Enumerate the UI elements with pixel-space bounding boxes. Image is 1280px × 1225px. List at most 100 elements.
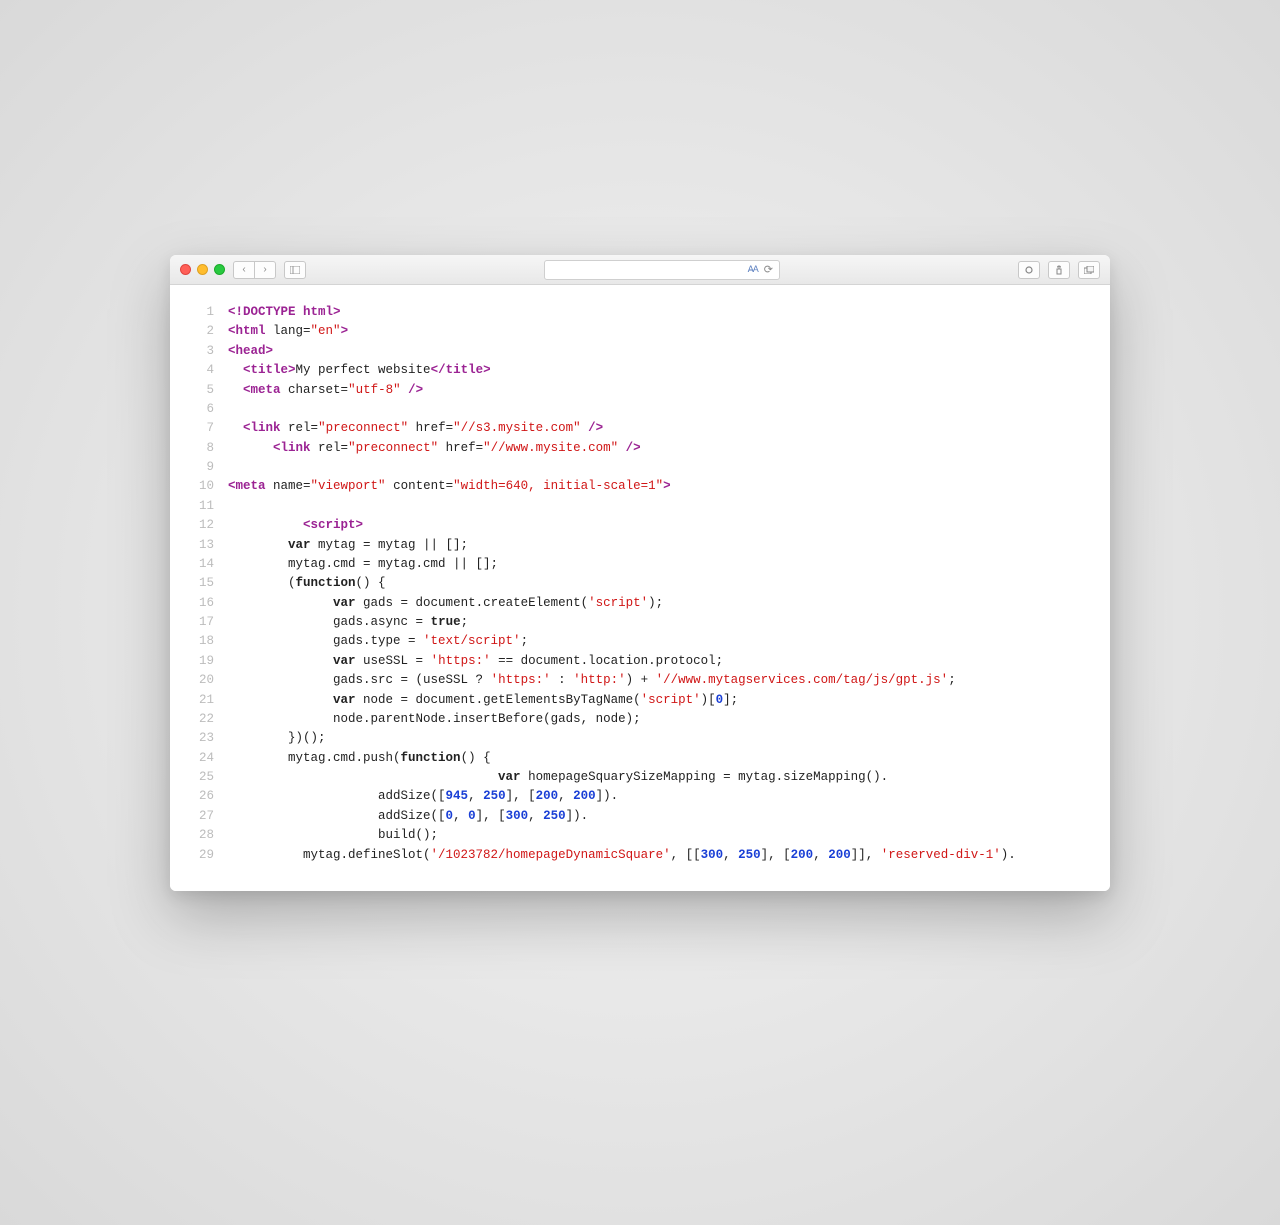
code-editor: 1<!DOCTYPE html>2<html lang="en">3<head>… [170,285,1110,891]
traffic-lights [180,264,225,275]
line-number: 17 [194,613,228,632]
code-line: 29 mytag.defineSlot('/1023782/homepageDy… [194,846,1086,865]
code-text: <!DOCTYPE html> [228,303,1086,322]
code-line: 24 mytag.cmd.push(function() { [194,749,1086,768]
code-text: <script> [228,516,1086,535]
code-text [228,458,1086,477]
line-number: 8 [194,439,228,458]
code-line: 14 mytag.cmd = mytag.cmd || []; [194,555,1086,574]
code-line: 12 <script> [194,516,1086,535]
line-number: 7 [194,419,228,438]
code-line: 27 addSize([0, 0], [300, 250]). [194,807,1086,826]
reader-icon: 𝖠A [748,264,758,275]
code-line: 28 build(); [194,826,1086,845]
code-text: addSize([945, 250], [200, 200]). [228,787,1086,806]
minimize-icon[interactable] [197,264,208,275]
code-text: var homepageSquarySizeMapping = mytag.si… [228,768,1086,787]
code-text [228,497,1086,516]
code-text: var gads = document.createElement('scrip… [228,594,1086,613]
code-line: 13 var mytag = mytag || []; [194,536,1086,555]
code-line: 23 })(); [194,729,1086,748]
code-text: <link rel="preconnect" href="//www.mysit… [228,439,1086,458]
line-number: 22 [194,710,228,729]
line-number: 20 [194,671,228,690]
code-line: 18 gads.type = 'text/script'; [194,632,1086,651]
line-number: 1 [194,303,228,322]
reload-icon[interactable]: ⟳ [764,263,773,276]
code-text: gads.src = (useSSL ? 'https:' : 'http:')… [228,671,1086,690]
zoom-icon[interactable] [214,264,225,275]
code-line: 11 [194,497,1086,516]
code-text: mytag.cmd.push(function() { [228,749,1086,768]
line-number: 2 [194,322,228,341]
code-text: <html lang="en"> [228,322,1086,341]
code-line: 5 <meta charset="utf-8" /> [194,381,1086,400]
sidebar-button[interactable] [284,261,306,279]
code-line: 19 var useSSL = 'https:' == document.loc… [194,652,1086,671]
code-line: 4 <title>My perfect website</title> [194,361,1086,380]
code-line: 1<!DOCTYPE html> [194,303,1086,322]
code-line: 3<head> [194,342,1086,361]
line-number: 4 [194,361,228,380]
code-line: 10<meta name="viewport" content="width=6… [194,477,1086,496]
line-number: 3 [194,342,228,361]
title-bar: ‹ › 𝖠A ⟳ [170,255,1110,285]
code-line: 15 (function() { [194,574,1086,593]
downloads-button[interactable] [1048,261,1070,279]
code-text: <link rel="preconnect" href="//s3.mysite… [228,419,1086,438]
code-line: 7 <link rel="preconnect" href="//s3.mysi… [194,419,1086,438]
code-text: mytag.cmd = mytag.cmd || []; [228,555,1086,574]
code-text: var mytag = mytag || []; [228,536,1086,555]
code-text: <meta name="viewport" content="width=640… [228,477,1086,496]
code-text: gads.type = 'text/script'; [228,632,1086,651]
code-text: build(); [228,826,1086,845]
code-line: 25 var homepageSquarySizeMapping = mytag… [194,768,1086,787]
line-number: 10 [194,477,228,496]
code-line: 6 [194,400,1086,419]
line-number: 16 [194,594,228,613]
code-text: <head> [228,342,1086,361]
code-line: 26 addSize([945, 250], [200, 200]). [194,787,1086,806]
line-number: 9 [194,458,228,477]
address-bar[interactable]: 𝖠A ⟳ [544,260,780,280]
line-number: 18 [194,632,228,651]
code-text: <title>My perfect website</title> [228,361,1086,380]
share-button[interactable] [1018,261,1040,279]
code-line: 2<html lang="en"> [194,322,1086,341]
code-text: addSize([0, 0], [300, 250]). [228,807,1086,826]
back-button[interactable]: ‹ [233,261,255,279]
line-number: 26 [194,787,228,806]
code-text: <meta charset="utf-8" /> [228,381,1086,400]
tabs-button[interactable] [1078,261,1100,279]
code-text [228,400,1086,419]
code-text: gads.async = true; [228,613,1086,632]
line-number: 13 [194,536,228,555]
browser-window: ‹ › 𝖠A ⟳ 1<!DOCTYPE html>2<html lang="en… [170,255,1110,891]
line-number: 21 [194,691,228,710]
line-number: 27 [194,807,228,826]
code-text: var useSSL = 'https:' == document.locati… [228,652,1086,671]
line-number: 12 [194,516,228,535]
close-icon[interactable] [180,264,191,275]
forward-button[interactable]: › [254,261,276,279]
line-number: 15 [194,574,228,593]
nav-arrows: ‹ › [233,261,276,279]
code-text: var node = document.getElementsByTagName… [228,691,1086,710]
code-text: mytag.defineSlot('/1023782/homepageDynam… [228,846,1086,865]
code-line: 17 gads.async = true; [194,613,1086,632]
code-text: node.parentNode.insertBefore(gads, node)… [228,710,1086,729]
code-line: 9 [194,458,1086,477]
line-number: 24 [194,749,228,768]
code-line: 20 gads.src = (useSSL ? 'https:' : 'http… [194,671,1086,690]
line-number: 23 [194,729,228,748]
code-text: (function() { [228,574,1086,593]
code-line: 22 node.parentNode.insertBefore(gads, no… [194,710,1086,729]
line-number: 14 [194,555,228,574]
line-number: 29 [194,846,228,865]
code-line: 8 <link rel="preconnect" href="//www.mys… [194,439,1086,458]
line-number: 19 [194,652,228,671]
code-text: })(); [228,729,1086,748]
code-line: 16 var gads = document.createElement('sc… [194,594,1086,613]
line-number: 28 [194,826,228,845]
code-line: 21 var node = document.getElementsByTagN… [194,691,1086,710]
